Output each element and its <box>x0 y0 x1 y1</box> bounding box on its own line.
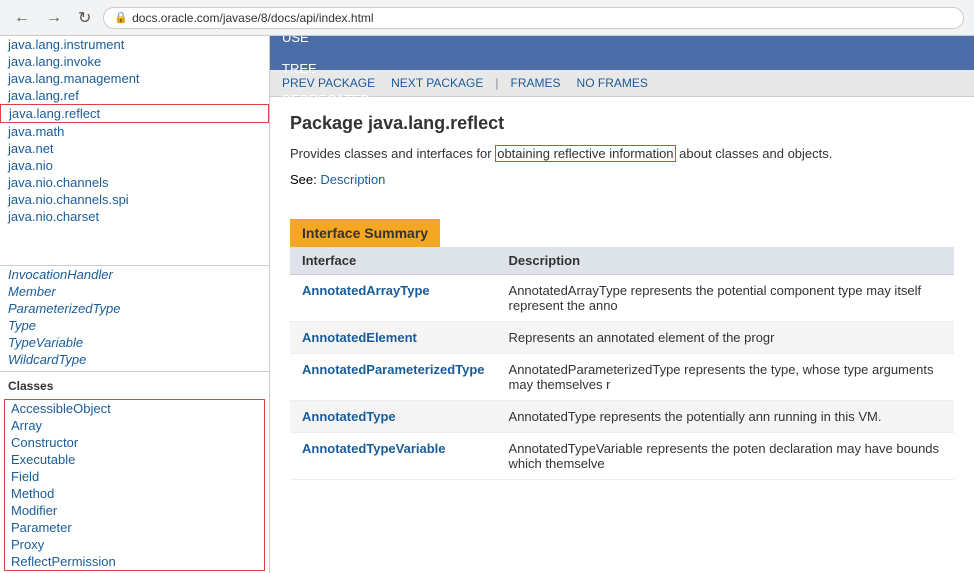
desc-before: Provides classes and interfaces for <box>290 146 495 161</box>
sidebar-lower: InvocationHandlerMemberParameterizedType… <box>0 266 269 573</box>
sidebar-item-java-nio[interactable]: java.nio <box>0 157 269 174</box>
sidebar-item-java-lang-ref[interactable]: java.lang.ref <box>0 87 269 104</box>
sidebar-item-java-lang-management[interactable]: java.lang.management <box>0 70 269 87</box>
col-interface: Interface <box>290 247 497 275</box>
sidebar-interface-parameterizedtype[interactable]: ParameterizedType <box>0 300 269 317</box>
top-nav-item-use[interactable]: USE <box>270 36 382 53</box>
page-description: Provides classes and interfaces for obta… <box>290 144 954 164</box>
sub-nav-sep: | <box>495 76 498 90</box>
sidebar-interface-member[interactable]: Member <box>0 283 269 300</box>
back-button[interactable]: ← <box>10 7 34 29</box>
sidebar-class-modifier[interactable]: Modifier <box>5 502 264 519</box>
address-bar[interactable]: 🔒 docs.oracle.com/javase/8/docs/api/inde… <box>103 7 964 29</box>
content-area: OVERVIEWPACKAGECLASSUSETREEDEPRECATEDIND… <box>270 36 974 573</box>
next-package-link[interactable]: NEXT PACKAGE <box>387 74 487 92</box>
interface-name-cell[interactable]: AnnotatedType <box>290 400 497 432</box>
see-section: See: Description <box>290 172 954 187</box>
sidebar-class-method[interactable]: Method <box>5 485 264 502</box>
table-row: AnnotatedParameterizedTypeAnnotatedParam… <box>290 353 954 400</box>
sidebar-class-parameter[interactable]: Parameter <box>5 519 264 536</box>
table-row: AnnotatedElementRepresents an annotated … <box>290 321 954 353</box>
sidebar-item-java-nio-channels[interactable]: java.nio.channels <box>0 174 269 191</box>
desc-after: about classes and objects. <box>676 146 833 161</box>
interface-desc-cell: AnnotatedArrayType represents the potent… <box>497 274 954 321</box>
sidebar-interface-wildcardtype[interactable]: WildcardType <box>0 351 269 368</box>
frames-link[interactable]: FRAMES <box>507 74 565 92</box>
interface-summary-table: Interface Description AnnotatedArrayType… <box>290 247 954 480</box>
sidebar-classes-label: Classes <box>0 375 269 397</box>
sidebar-class-array[interactable]: Array <box>5 417 264 434</box>
reload-button[interactable]: ↻ <box>74 6 95 30</box>
sidebar-item-java-lang-reflect[interactable]: java.lang.reflect <box>0 104 269 123</box>
main-layout: java.lang.instrumentjava.lang.invokejava… <box>0 36 974 573</box>
content-body: Package java.lang.reflect Provides class… <box>270 97 974 496</box>
no-frames-link[interactable]: NO FRAMES <box>573 74 652 92</box>
table-row: AnnotatedTypeVariableAnnotatedTypeVariab… <box>290 432 954 479</box>
sidebar-item-java-lang-invoke[interactable]: java.lang.invoke <box>0 53 269 70</box>
sidebar-class-accessibleobject[interactable]: AccessibleObject <box>5 400 264 417</box>
sidebar-item-java-net[interactable]: java.net <box>0 140 269 157</box>
classes-box: AccessibleObjectArrayConstructorExecutab… <box>4 399 265 571</box>
interface-desc-cell: AnnotatedType represents the potentially… <box>497 400 954 432</box>
interface-desc-cell: AnnotatedTypeVariable represents the pot… <box>497 432 954 479</box>
see-description-link[interactable]: Description <box>320 172 385 187</box>
col-description: Description <box>497 247 954 275</box>
sidebar-interface-type[interactable]: Type <box>0 317 269 334</box>
sidebar-item-java-math[interactable]: java.math <box>0 123 269 140</box>
page-title: Package java.lang.reflect <box>290 113 954 134</box>
table-row: AnnotatedArrayTypeAnnotatedArrayType rep… <box>290 274 954 321</box>
url-text: docs.oracle.com/javase/8/docs/api/index.… <box>132 11 373 25</box>
top-nav: OVERVIEWPACKAGECLASSUSETREEDEPRECATEDIND… <box>270 36 974 70</box>
desc-highlight: obtaining reflective information <box>495 145 675 162</box>
sidebar-divider <box>0 371 269 372</box>
sidebar-classes: AccessibleObjectArrayConstructorExecutab… <box>5 400 264 570</box>
interface-name-cell[interactable]: AnnotatedParameterizedType <box>290 353 497 400</box>
interface-summary-section: Interface Summary Interface Description … <box>290 203 954 480</box>
interface-summary-header: Interface Summary <box>290 219 440 247</box>
sidebar-class-executable[interactable]: Executable <box>5 451 264 468</box>
interface-desc-cell: Represents an annotated element of the p… <box>497 321 954 353</box>
sidebar-item-java-nio-charset[interactable]: java.nio.charset <box>0 208 269 225</box>
interface-name-cell[interactable]: AnnotatedArrayType <box>290 274 497 321</box>
lock-icon: 🔒 <box>114 11 128 24</box>
see-label: See: <box>290 172 317 187</box>
interface-name-cell[interactable]: AnnotatedTypeVariable <box>290 432 497 479</box>
sidebar-interface-typevariable[interactable]: TypeVariable <box>0 334 269 351</box>
interface-name-cell[interactable]: AnnotatedElement <box>290 321 497 353</box>
sidebar-interface-invocationhandler[interactable]: InvocationHandler <box>0 266 269 283</box>
sidebar-upper: java.lang.instrumentjava.lang.invokejava… <box>0 36 269 266</box>
interface-desc-cell: AnnotatedParameterizedType represents th… <box>497 353 954 400</box>
sidebar-item-java-lang-instrument[interactable]: java.lang.instrument <box>0 36 269 53</box>
table-row: AnnotatedTypeAnnotatedType represents th… <box>290 400 954 432</box>
sidebar-item-java-nio-channels-spi[interactable]: java.nio.channels.spi <box>0 191 269 208</box>
sidebar-class-reflectpermission[interactable]: ReflectPermission <box>5 553 264 570</box>
browser-bar: ← → ↻ 🔒 docs.oracle.com/javase/8/docs/ap… <box>0 0 974 36</box>
sidebar-interfaces: InvocationHandlerMemberParameterizedType… <box>0 266 269 368</box>
prev-package-link[interactable]: PREV PACKAGE <box>278 74 379 92</box>
sidebar: java.lang.instrumentjava.lang.invokejava… <box>0 36 270 573</box>
sidebar-class-field[interactable]: Field <box>5 468 264 485</box>
forward-button[interactable]: → <box>42 7 66 29</box>
sidebar-upper-items: java.lang.instrumentjava.lang.invokejava… <box>0 36 269 225</box>
sidebar-class-constructor[interactable]: Constructor <box>5 434 264 451</box>
sidebar-class-proxy[interactable]: Proxy <box>5 536 264 553</box>
